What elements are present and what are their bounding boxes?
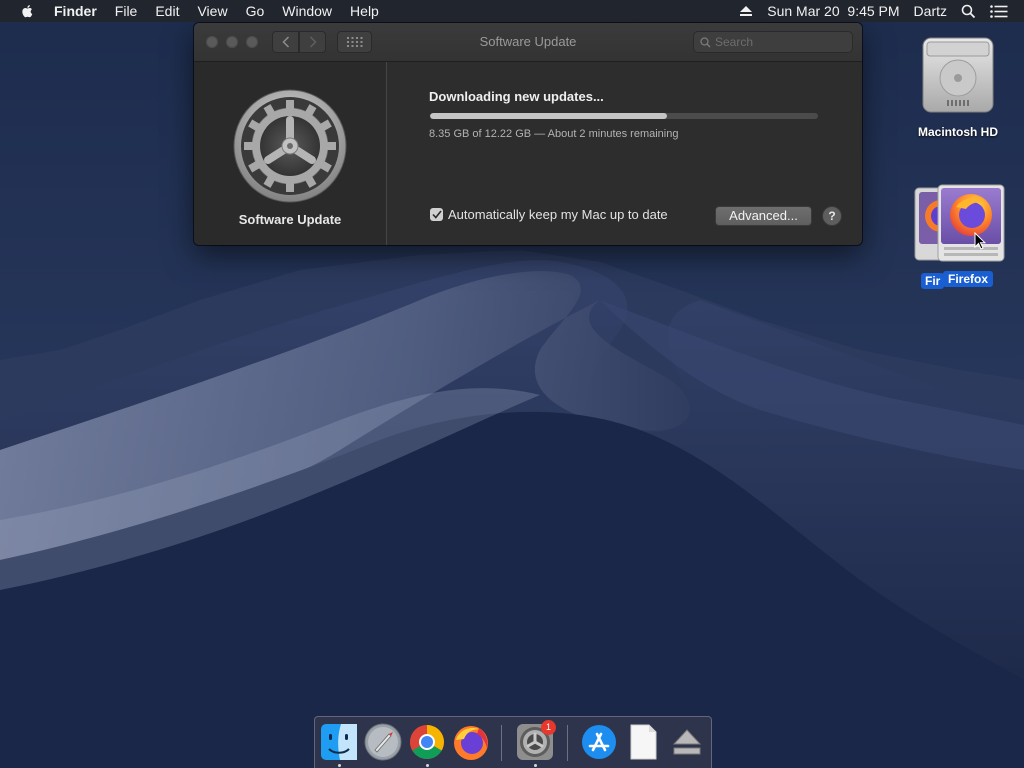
advanced-button[interactable]: Advanced... — [715, 206, 812, 226]
notification-badge: 1 — [541, 720, 556, 735]
menu-user[interactable]: Dartz — [914, 3, 947, 19]
menu-window[interactable]: Window — [282, 3, 332, 19]
eject-menu-icon[interactable] — [739, 5, 753, 17]
app-store-icon — [582, 725, 616, 759]
preference-pane-sidebar: Software Update — [194, 62, 387, 245]
forward-button[interactable] — [299, 31, 326, 53]
search-icon — [700, 36, 711, 48]
minimize-button[interactable] — [226, 36, 238, 48]
menu-file[interactable]: File — [115, 3, 138, 19]
dock-item-firefox[interactable] — [451, 722, 491, 762]
auto-update-option[interactable]: Automatically keep my Mac up to date — [430, 207, 668, 222]
desktop-icon-label: Firefox — [943, 271, 994, 287]
apple-menu-icon[interactable] — [18, 3, 38, 19]
dock-item-chrome[interactable] — [407, 722, 447, 762]
back-button[interactable] — [272, 31, 299, 53]
hard-drive-icon — [922, 37, 994, 113]
spotlight-search-icon[interactable] — [961, 4, 976, 19]
firefox-disk-image-icon — [937, 184, 1005, 262]
firefox-icon — [454, 726, 488, 760]
search-input[interactable] — [715, 35, 835, 49]
dock-item-launchpad[interactable] — [363, 722, 403, 762]
desktop-icon-firefox[interactable]: Fir Firefox — [909, 180, 1019, 290]
dock-item-finder[interactable] — [319, 722, 359, 762]
show-all-button[interactable] — [337, 31, 372, 53]
help-button[interactable]: ? — [822, 206, 842, 226]
menu-edit[interactable]: Edit — [155, 3, 179, 19]
notification-center-icon[interactable] — [990, 4, 1008, 18]
dock-separator — [567, 725, 568, 761]
desktop-icon-macintosh-hd[interactable]: Macintosh HD — [903, 30, 1013, 146]
software-update-window: Software Update Search Software Update D… — [194, 23, 862, 245]
eject-icon — [672, 729, 702, 755]
search-field[interactable] — [693, 31, 853, 53]
auto-update-label[interactable]: Automatically keep my Mac up to date — [448, 207, 668, 222]
menu-help[interactable]: Help — [350, 3, 379, 19]
window-titlebar[interactable]: Software Update — [194, 23, 862, 62]
chevron-right-icon — [309, 36, 317, 48]
progress-detail-text: 8.35 GB of 12.22 GB — About 2 minutes re… — [429, 128, 679, 140]
dock-running-indicator — [534, 764, 537, 767]
dock-running-indicator — [338, 764, 341, 767]
menu-bar: Finder File Edit View Go Window Help Sun… — [0, 0, 1024, 22]
chevron-left-icon — [281, 36, 289, 48]
grid-icon — [346, 37, 362, 47]
dock-separator — [501, 725, 502, 761]
close-button[interactable] — [206, 36, 218, 48]
desktop-icon-label: Macintosh HD — [917, 125, 998, 139]
menu-go[interactable]: Go — [246, 3, 265, 19]
launchpad-icon — [364, 723, 402, 761]
dock: 1 — [314, 716, 712, 768]
dock-item-eject[interactable] — [667, 722, 707, 762]
document-icon — [630, 724, 657, 760]
chrome-icon — [410, 725, 444, 759]
pane-label: Software Update — [238, 212, 342, 227]
dock-item-app-store[interactable] — [579, 722, 619, 762]
dock-running-indicator — [426, 764, 429, 767]
checkmark-icon — [431, 210, 442, 219]
mouse-cursor-icon — [974, 232, 986, 250]
menu-app-name[interactable]: Finder — [54, 3, 97, 19]
software-update-gear-icon — [232, 88, 348, 204]
auto-update-checkbox[interactable] — [430, 208, 443, 221]
finder-icon — [321, 724, 357, 760]
menu-view[interactable]: View — [197, 3, 227, 19]
zoom-button[interactable] — [246, 36, 258, 48]
download-progress-bar — [430, 113, 818, 119]
menu-clock[interactable]: Sun Mar 20 9:45 PM — [767, 3, 899, 19]
dock-item-document[interactable] — [623, 722, 663, 762]
progress-fill — [430, 113, 667, 119]
update-status-text: Downloading new updates... — [429, 89, 604, 104]
desktop-icon-label-dragged: Fir — [921, 273, 945, 289]
